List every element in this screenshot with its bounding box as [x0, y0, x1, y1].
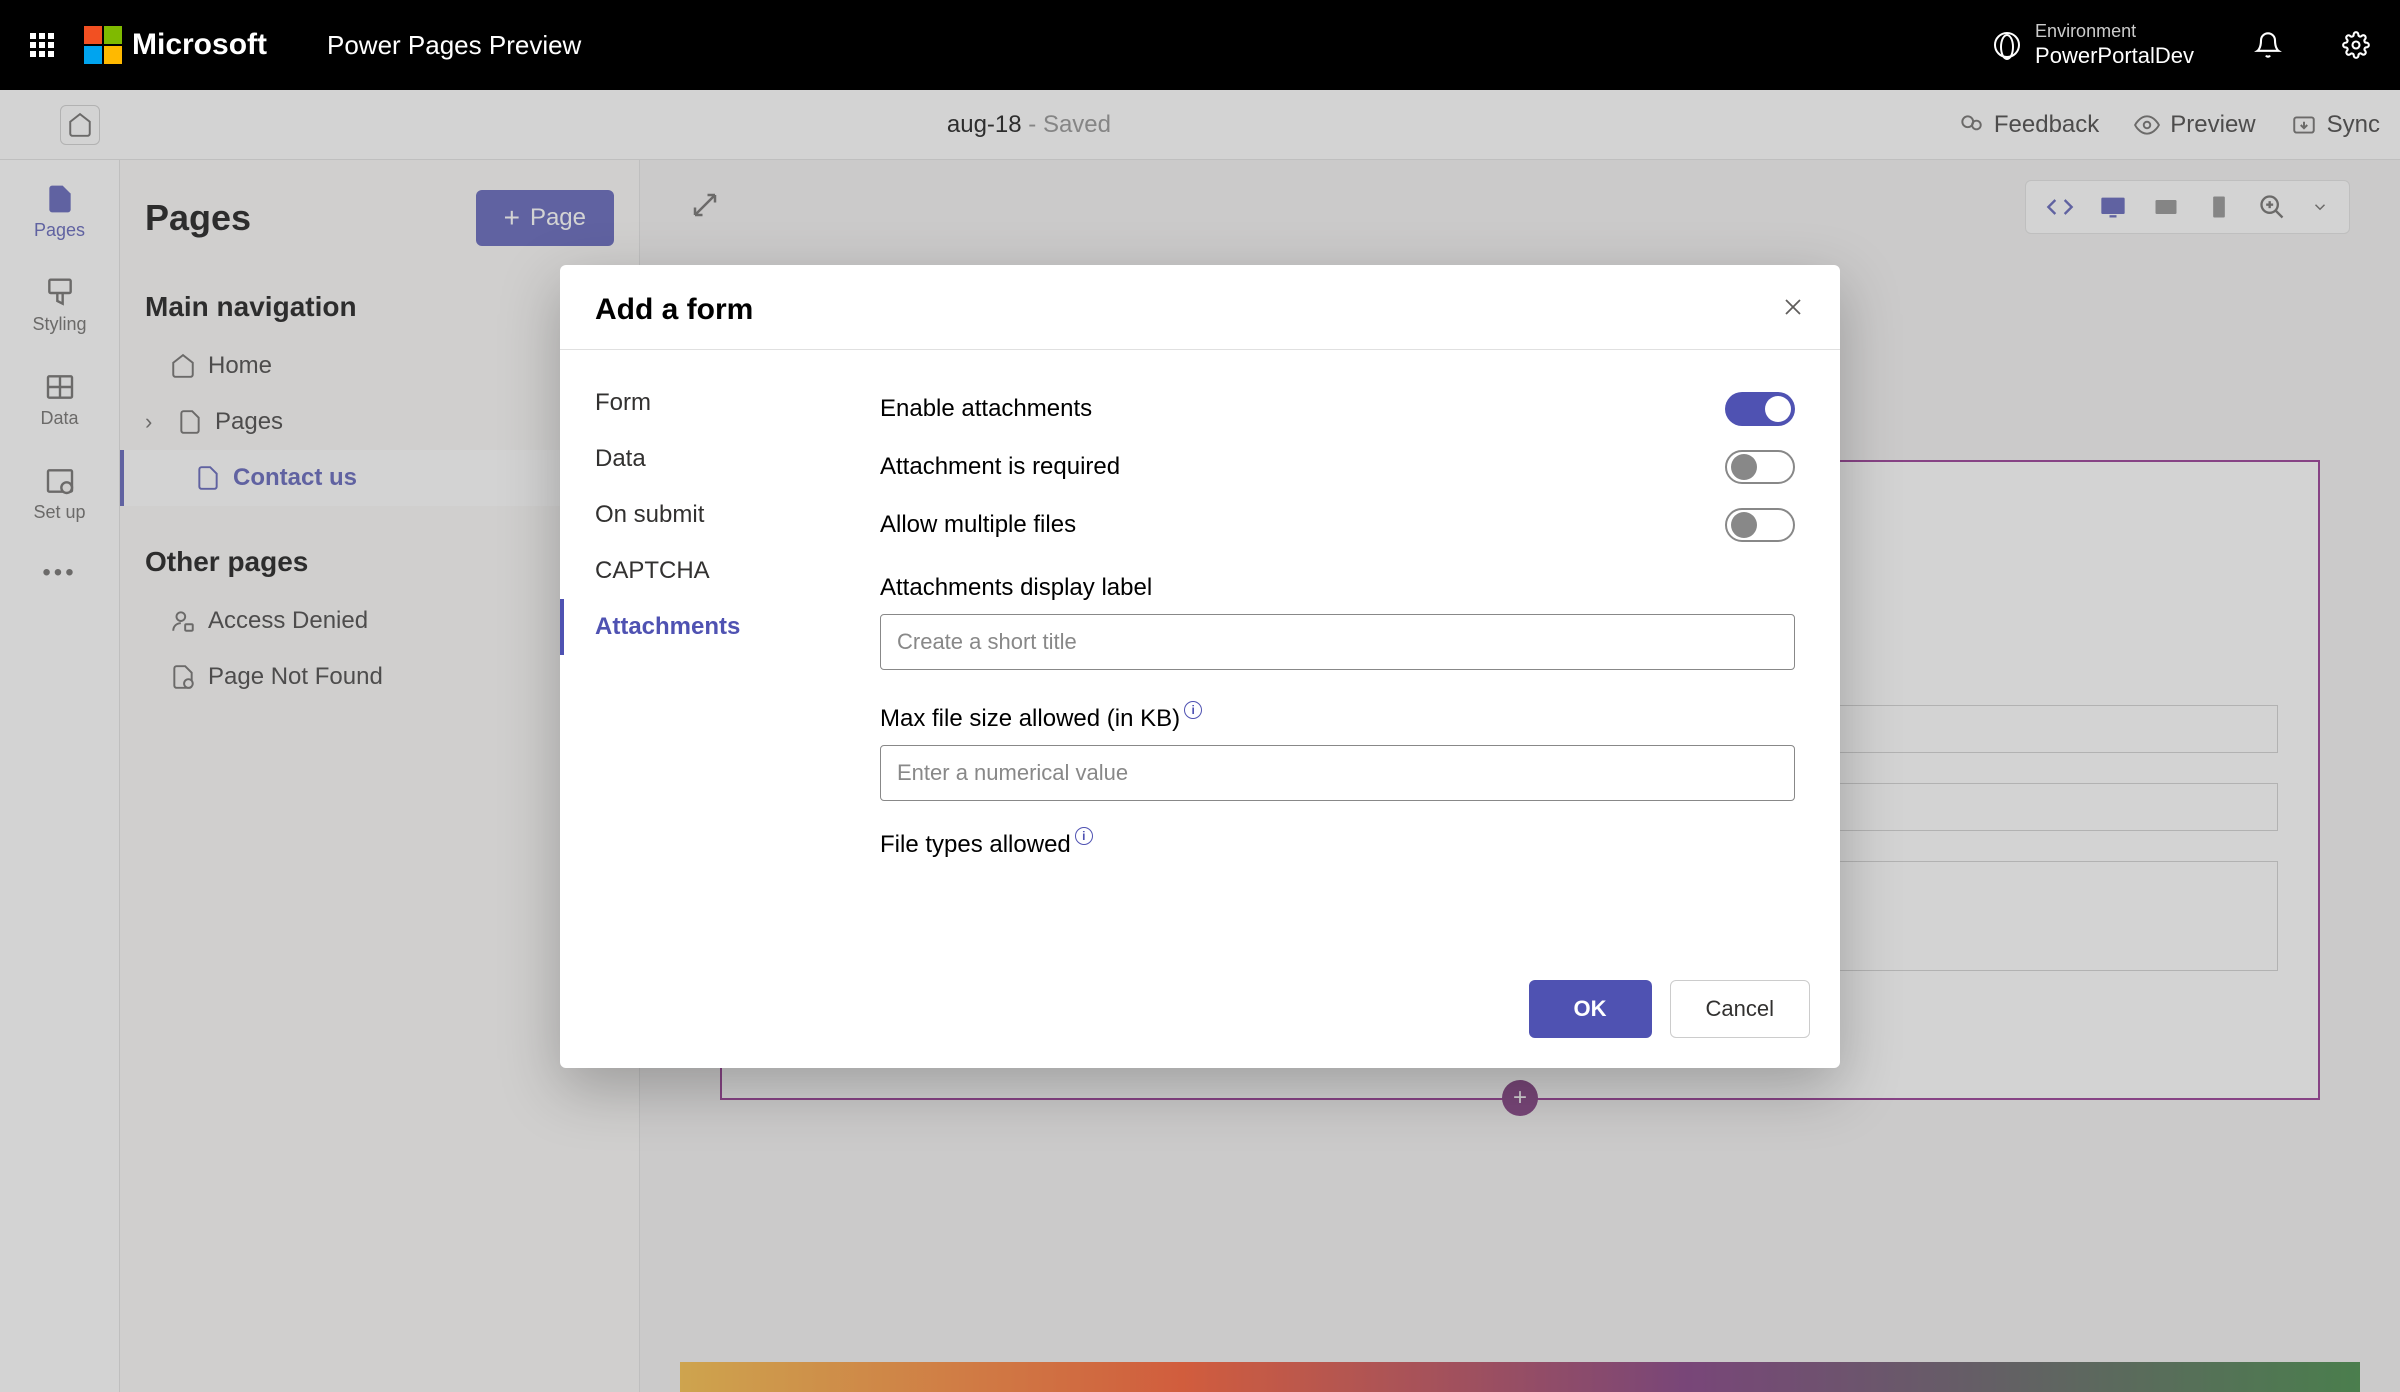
product-name: Power Pages Preview	[327, 30, 581, 61]
microsoft-logo[interactable]: Microsoft	[84, 26, 267, 64]
allow-multiple-toggle[interactable]	[1725, 508, 1795, 542]
modal-nav-captcha[interactable]: CAPTCHA	[560, 543, 860, 599]
add-form-modal: Add a form Form Data On submit CAPTCHA A…	[560, 265, 1840, 1068]
environment-name: PowerPortalDev	[2035, 43, 2194, 69]
info-icon[interactable]: i	[1184, 701, 1202, 719]
enable-attachments-toggle[interactable]	[1725, 392, 1795, 426]
cancel-button[interactable]: Cancel	[1670, 980, 1810, 1038]
display-label-input[interactable]	[880, 614, 1795, 670]
display-label-label: Attachments display label	[880, 574, 1795, 602]
settings-icon[interactable]	[2342, 31, 2370, 59]
top-header: Microsoft Power Pages Preview Environmen…	[0, 0, 2400, 90]
modal-nav-form[interactable]: Form	[560, 375, 860, 431]
max-file-size-label: Max file size allowed (in KB)	[880, 705, 1180, 733]
info-icon[interactable]: i	[1075, 827, 1093, 845]
attachment-required-toggle[interactable]	[1725, 450, 1795, 484]
modal-nav-on-submit[interactable]: On submit	[560, 487, 860, 543]
enable-attachments-label: Enable attachments	[880, 395, 1092, 423]
microsoft-text: Microsoft	[132, 28, 267, 62]
modal-footer: OK Cancel	[560, 960, 1840, 1068]
ok-button[interactable]: OK	[1529, 980, 1652, 1038]
modal-header: Add a form	[560, 265, 1840, 350]
modal-nav: Form Data On submit CAPTCHA Attachments	[560, 350, 860, 960]
close-icon	[1781, 295, 1805, 319]
environment-picker[interactable]: Environment PowerPortalDev	[1994, 21, 2194, 69]
modal-content: Enable attachments Attachment is require…	[860, 350, 1840, 960]
microsoft-squares-icon	[84, 26, 122, 64]
file-types-label: File types allowed	[880, 831, 1071, 859]
notifications-icon[interactable]	[2254, 31, 2282, 59]
modal-title: Add a form	[595, 293, 753, 327]
app-launcher-icon[interactable]	[30, 33, 54, 57]
allow-multiple-label: Allow multiple files	[880, 511, 1076, 539]
globe-icon	[1994, 32, 2020, 58]
environment-label: Environment	[2035, 21, 2194, 43]
modal-nav-attachments[interactable]: Attachments	[560, 599, 860, 655]
modal-nav-data[interactable]: Data	[560, 431, 860, 487]
attachment-required-label: Attachment is required	[880, 453, 1120, 481]
max-file-size-input[interactable]	[880, 745, 1795, 801]
close-button[interactable]	[1781, 294, 1805, 326]
